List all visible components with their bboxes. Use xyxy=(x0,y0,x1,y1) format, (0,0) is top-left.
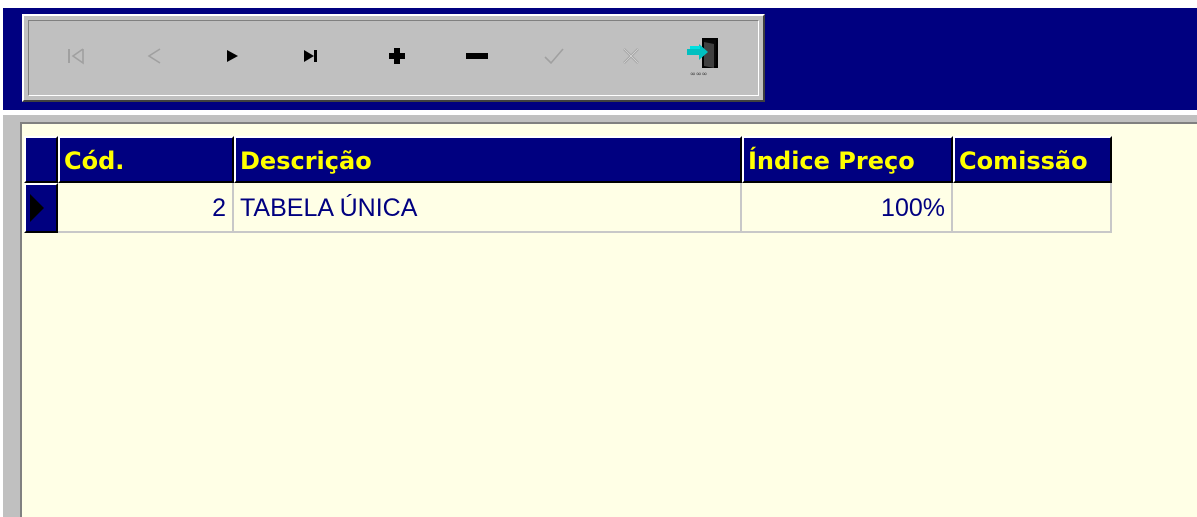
cancel-x-icon xyxy=(623,48,639,64)
last-record-icon xyxy=(304,50,317,62)
cell-comissao[interactable] xyxy=(953,183,1112,233)
insert-record-button[interactable] xyxy=(372,34,422,78)
row-indicator xyxy=(24,183,58,233)
plus-icon xyxy=(389,48,405,64)
post-edit-button[interactable] xyxy=(529,34,579,78)
column-header-comissao[interactable]: Comissão xyxy=(953,136,1112,183)
checkmark-icon xyxy=(544,48,564,65)
exit-button[interactable]: ∞∞∞ xyxy=(679,34,729,78)
db-navigator: ∞∞∞ xyxy=(22,14,765,102)
prior-record-button[interactable] xyxy=(129,34,179,78)
exit-door-icon: ∞∞∞ xyxy=(687,38,718,78)
grid-indicator-header xyxy=(24,136,58,183)
first-record-button[interactable] xyxy=(51,34,101,78)
cell-cod[interactable]: 2 xyxy=(58,183,234,233)
first-record-icon xyxy=(68,48,84,65)
last-record-button[interactable] xyxy=(286,34,336,78)
prior-record-icon xyxy=(147,48,161,64)
column-header-cod[interactable]: Cód. xyxy=(58,136,234,183)
cancel-edit-button[interactable] xyxy=(606,34,656,78)
delete-record-button[interactable] xyxy=(452,34,502,78)
next-record-icon xyxy=(227,50,238,62)
column-header-indice-preco[interactable]: Índice Preço xyxy=(742,136,953,183)
current-row-arrow-icon xyxy=(30,194,44,222)
cell-indice-preco[interactable]: 100% xyxy=(742,183,953,233)
minus-icon xyxy=(466,53,488,59)
cell-descricao[interactable]: TABELA ÚNICA xyxy=(234,183,742,233)
column-header-descricao[interactable]: Descrição xyxy=(234,136,742,183)
next-record-button[interactable] xyxy=(207,34,257,78)
svg-text:∞∞∞: ∞∞∞ xyxy=(690,70,708,78)
